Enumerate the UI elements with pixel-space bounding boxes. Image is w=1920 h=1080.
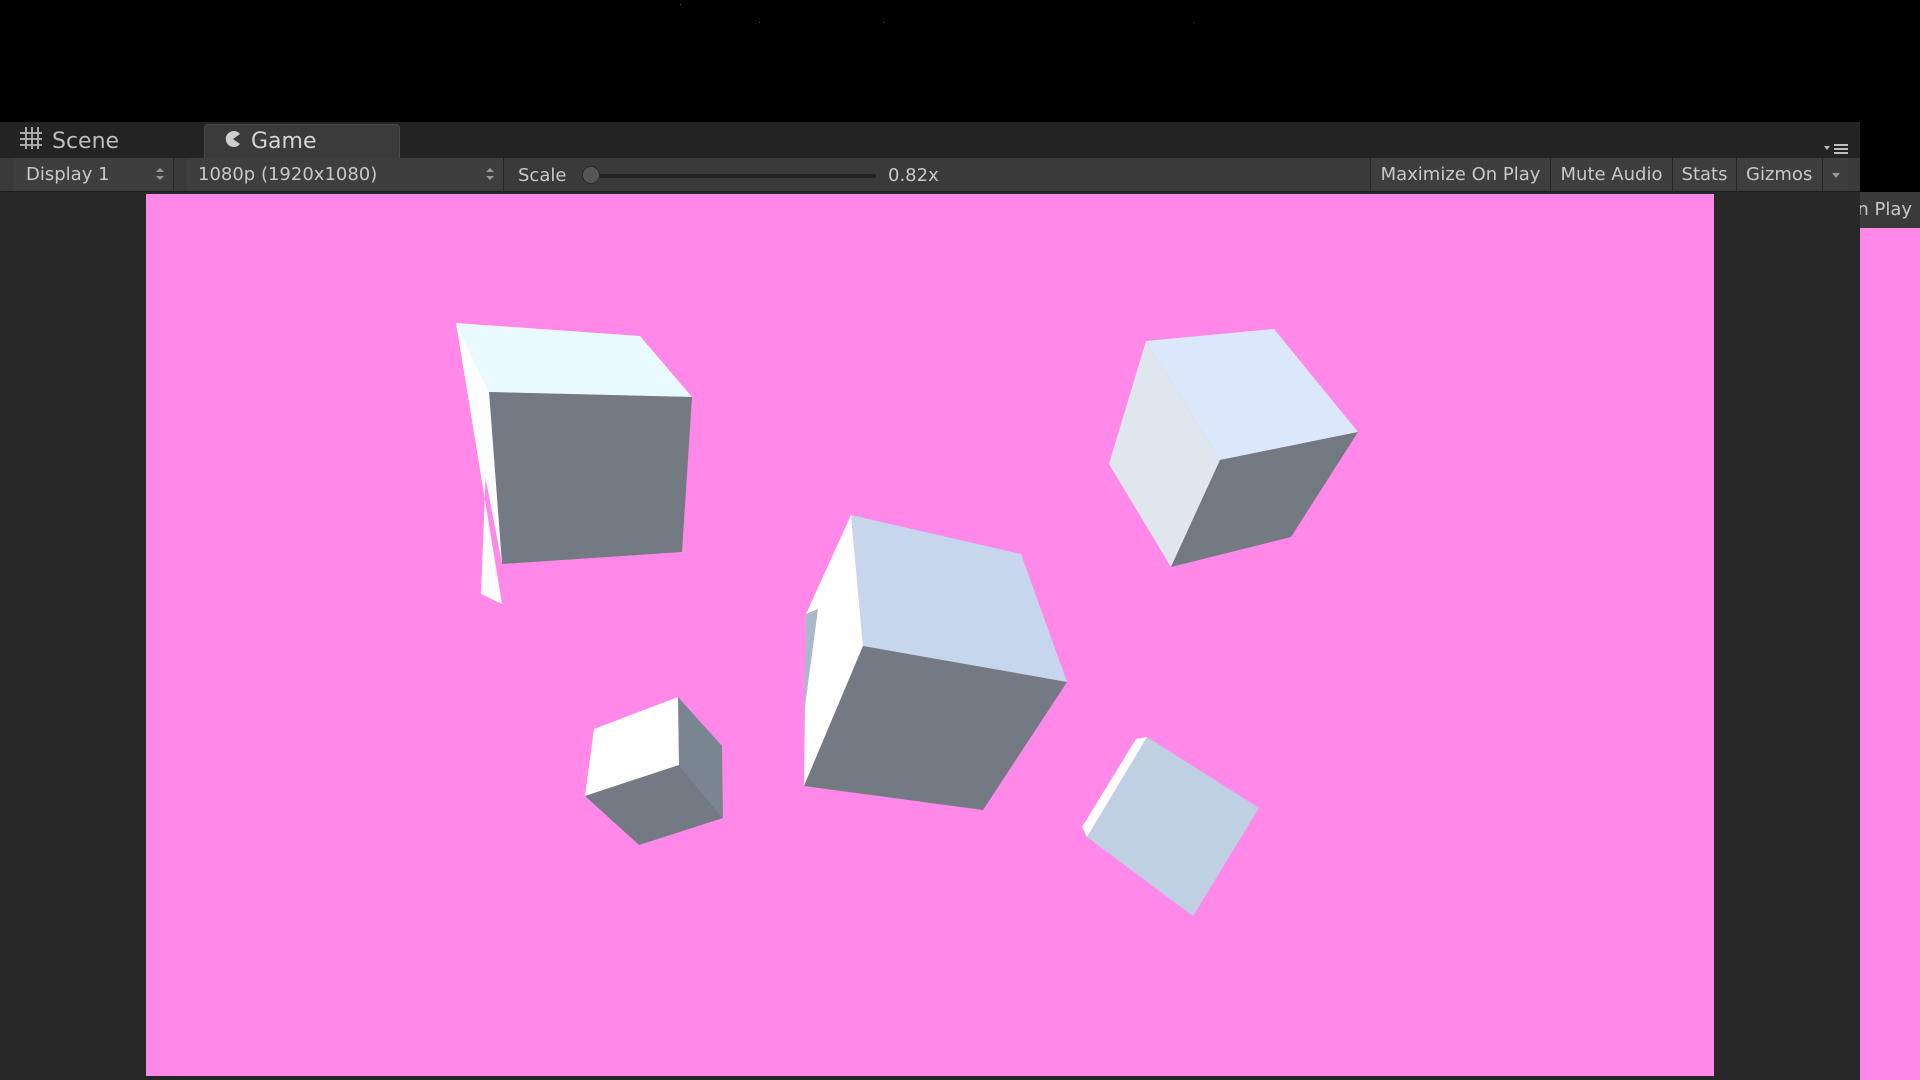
chevron-down-icon xyxy=(1831,173,1840,178)
scale-slider-thumb[interactable] xyxy=(582,166,600,184)
side-toolbar: n Play xyxy=(1860,192,1920,228)
resolution-dropdown-label: 1080p (1920x1080) xyxy=(198,164,378,185)
gizmos-toggle[interactable]: Gizmos xyxy=(1736,158,1832,191)
cube-object xyxy=(456,323,692,604)
stats-toggle[interactable]: Stats xyxy=(1672,158,1736,191)
game-viewport[interactable] xyxy=(146,194,1714,1076)
screen: Scene Game Display 1 1080p (1920x1080) S… xyxy=(0,0,1920,1080)
resolution-dropdown[interactable]: 1080p (1920x1080) xyxy=(186,158,504,191)
grid-icon xyxy=(18,125,44,157)
tab-menu-icon[interactable] xyxy=(1822,140,1850,154)
stray-pixel xyxy=(759,22,760,23)
side-maximize-on-play-toggle[interactable]: n Play xyxy=(1860,192,1912,228)
cube-object xyxy=(585,697,723,845)
stray-pixel xyxy=(883,22,884,23)
cube-object xyxy=(1109,329,1358,567)
display-dropdown[interactable]: Display 1 xyxy=(14,158,174,191)
maximize-on-play-toggle[interactable]: Maximize On Play xyxy=(1370,158,1550,191)
pacman-icon xyxy=(223,129,243,155)
stray-pixel xyxy=(1194,22,1195,23)
tab-game-label: Game xyxy=(251,129,317,154)
stray-pixel xyxy=(680,4,681,5)
scale-label: Scale xyxy=(518,165,567,186)
scale-slider-track[interactable] xyxy=(582,174,876,178)
game-toolbar: Display 1 1080p (1920x1080) Scale 0.82x … xyxy=(0,158,1860,192)
display-dropdown-label: Display 1 xyxy=(26,164,110,185)
updown-arrows-icon xyxy=(155,166,165,182)
updown-arrows-icon xyxy=(485,166,495,182)
gizmos-dropdown-arrow[interactable] xyxy=(1822,158,1848,191)
side-game-window: n Play xyxy=(1860,192,1920,1080)
tab-bar: Scene Game xyxy=(0,122,1860,158)
tab-scene[interactable]: Scene xyxy=(18,124,188,158)
game-render xyxy=(456,323,1358,916)
cube-object xyxy=(804,515,1067,810)
scale-value: 0.82x xyxy=(888,165,939,186)
game-window: Scene Game Display 1 1080p (1920x1080) S… xyxy=(0,122,1860,1080)
mute-audio-toggle[interactable]: Mute Audio xyxy=(1550,158,1672,191)
cube-object xyxy=(1082,737,1259,916)
tab-game[interactable]: Game xyxy=(204,124,400,158)
tab-scene-label: Scene xyxy=(52,128,120,154)
